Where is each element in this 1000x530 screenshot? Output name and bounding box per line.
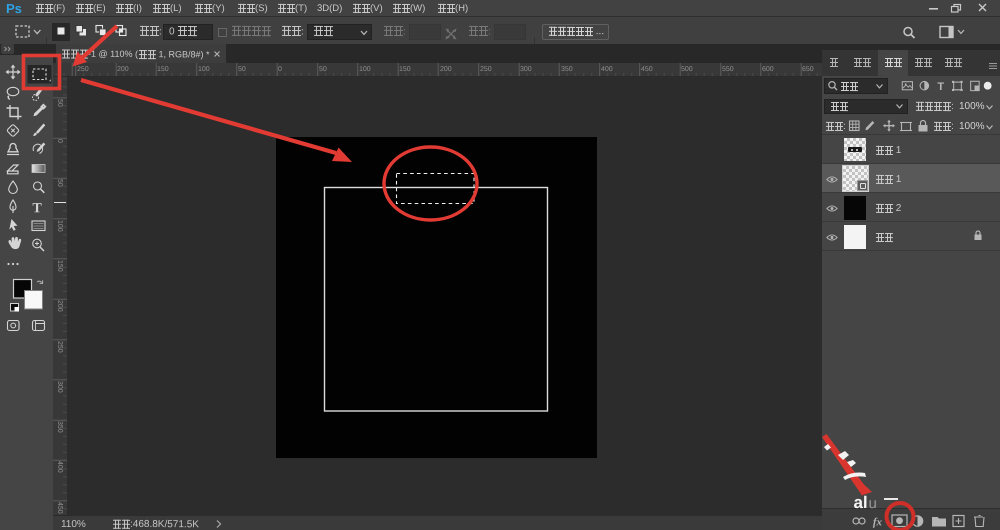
svg-text:u: u — [868, 495, 876, 512]
svg-text:al: al — [853, 493, 867, 512]
